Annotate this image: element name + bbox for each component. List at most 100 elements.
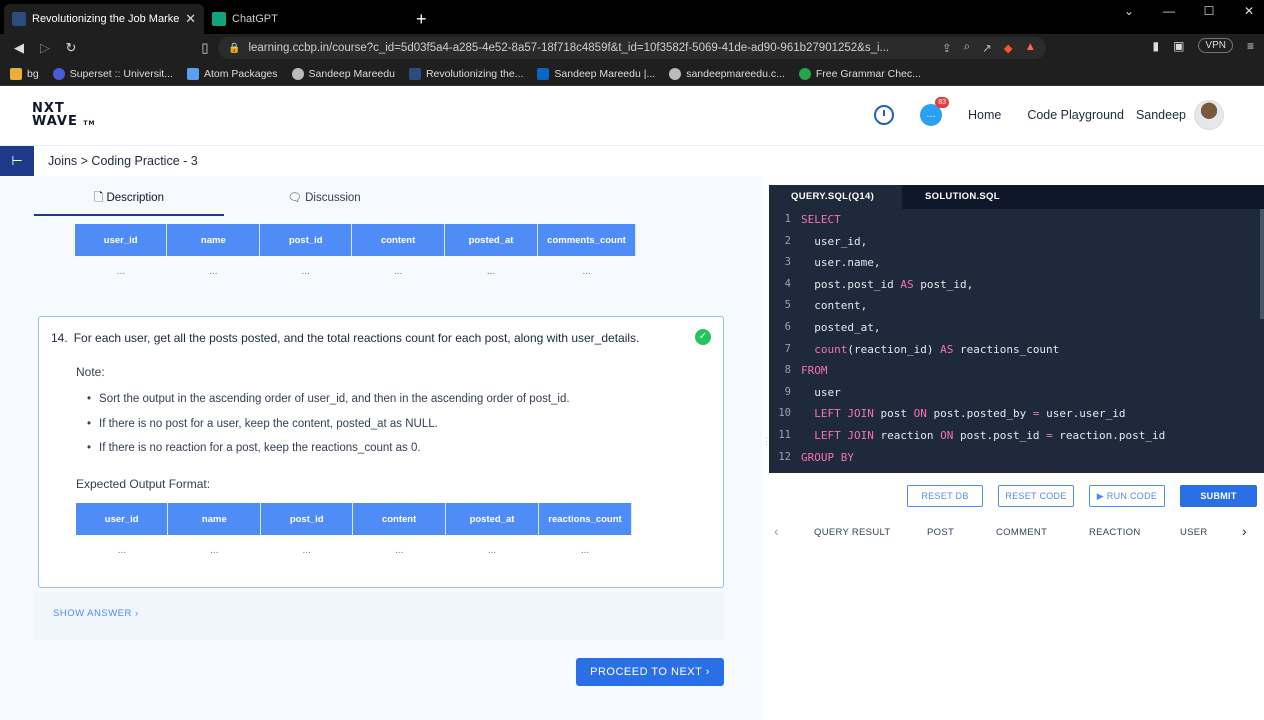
list-item: If there is no reaction for a post, keep… <box>87 442 570 467</box>
code-line[interactable]: 6 posted_at, <box>769 317 1264 339</box>
run-code-button[interactable]: ▶ RUN CODE <box>1089 485 1165 507</box>
share-page-icon[interactable]: ↗ <box>982 41 992 55</box>
breadcrumb[interactable]: Joins > Coding Practice - 3 <box>48 154 198 168</box>
code-token: = <box>1032 407 1040 421</box>
url-omnibox[interactable]: 🔒 learning.ccbp.in/course?c_id=5d03f5a4-… <box>218 37 1046 59</box>
code-line[interactable]: 12 GROUP BY <box>769 447 1264 469</box>
bookmark-item[interactable]: Sandeep Mareedu <box>291 67 395 80</box>
code-line[interactable]: 3 user.name, <box>769 252 1264 274</box>
code-token: user.user_id <box>1039 407 1126 421</box>
code-token: post.posted_by <box>926 407 1033 421</box>
brave-rewards-icon[interactable]: ▲ <box>1025 41 1036 55</box>
chevron-right-icon[interactable]: › <box>1242 523 1247 539</box>
bookmark-item[interactable]: sandeepmareedu.c... <box>669 67 785 80</box>
show-answer-link[interactable]: SHOW ANSWER › <box>53 608 139 619</box>
close-window-icon[interactable]: ✕ <box>1240 4 1258 18</box>
bookmark-item[interactable]: Atom Packages <box>186 67 278 80</box>
code-token: AS <box>900 277 914 291</box>
code-line[interactable]: 5 content, <box>769 295 1264 317</box>
line-number: 9 <box>784 385 791 398</box>
bookmark-item[interactable]: Sandeep Mareedu |... <box>537 67 655 80</box>
panel-resize-handle[interactable]: ⋮ <box>762 436 771 466</box>
line-number: 5 <box>784 299 791 312</box>
result-tabs: ‹ QUERY RESULT POST COMMENT REACTION USE… <box>769 517 1264 549</box>
line-number: 4 <box>784 277 791 290</box>
chat-icon[interactable]: … 83 <box>919 97 949 126</box>
nav-code-playground[interactable]: Code Playground <box>1027 108 1124 122</box>
user-menu[interactable]: Sandeep <box>1136 100 1224 130</box>
menu-icon[interactable]: ≡ <box>1247 39 1254 53</box>
code-line[interactable]: 11 LEFT JOIN reaction ON post.post_id = … <box>769 425 1264 447</box>
code-line[interactable]: 10 LEFT JOIN post ON post.posted_by = us… <box>769 403 1264 425</box>
expected-output-table: user_id name post_id content posted_at r… <box>76 503 633 565</box>
back-icon[interactable]: ◀ <box>6 40 32 56</box>
code-line[interactable]: 7 count (reaction_id) AS reactions_count <box>769 339 1264 361</box>
code-line[interactable]: 4 post.post_id AS post_id, <box>769 274 1264 296</box>
submit-button[interactable]: SUBMIT <box>1180 485 1257 507</box>
bookmark-item[interactable]: Free Grammar Chec... <box>798 67 921 80</box>
bookmark-item[interactable]: bg <box>10 67 39 80</box>
code-token: FROM <box>801 364 828 378</box>
site-favicon-icon <box>12 12 26 26</box>
tab-query-sql[interactable]: QUERY.SQL(Q14) <box>769 185 902 209</box>
code-token: content, <box>801 299 868 313</box>
table-header: reactions_count <box>538 503 633 535</box>
tab-user[interactable]: USER <box>1180 527 1208 538</box>
close-tab-icon[interactable]: ✕ <box>185 11 196 27</box>
editor-scrollbar[interactable] <box>1260 209 1264 319</box>
code-editor[interactable]: 1 SELECT 2 user_id, 3 user.name, 4 post.post… <box>769 209 1264 473</box>
vpn-button[interactable]: VPN <box>1198 38 1233 53</box>
table-row: ... ... ... ... ... ... <box>116 265 591 277</box>
reset-code-button[interactable]: RESET CODE <box>998 485 1074 507</box>
bookmark-item[interactable]: Superset :: Universit... <box>52 67 173 80</box>
table-header: posted_at <box>445 503 539 535</box>
tab-solution-sql[interactable]: SOLUTION.SQL <box>903 185 1022 209</box>
sidebar-toggle-icon[interactable]: ▮ <box>1152 39 1159 53</box>
code-line[interactable]: 1 SELECT <box>769 209 1264 231</box>
minimize-icon[interactable]: — <box>1160 4 1178 18</box>
wallet-icon[interactable]: ▣ <box>1173 39 1184 53</box>
description-panel: 🗋 Description 🗨 Discussion user_id name … <box>0 176 762 720</box>
tab-reaction[interactable]: REACTION <box>1089 527 1141 538</box>
chevron-left-icon[interactable]: ‹ <box>774 523 779 539</box>
bookmark-icon[interactable]: ▯ <box>192 40 218 56</box>
reset-db-button[interactable]: RESET DB <box>907 485 983 507</box>
line-number: 8 <box>784 364 791 377</box>
tab-query-result[interactable]: QUERY RESULT <box>814 527 890 538</box>
code-line[interactable]: 9 user <box>769 382 1264 404</box>
tab-discussion[interactable]: 🗨 Discussion <box>224 186 424 216</box>
folder-icon <box>10 67 22 80</box>
brave-shield-icon[interactable]: ◆ <box>1004 41 1013 55</box>
nxtwave-logo[interactable]: NXT WAVE TM <box>32 102 96 130</box>
tab-search-icon[interactable]: ⌄ <box>1120 4 1138 18</box>
note-label: Note: <box>76 365 105 379</box>
table-header: comments_count <box>537 224 637 256</box>
avatar <box>1194 100 1224 130</box>
code-token: post <box>873 407 914 421</box>
tab-post[interactable]: POST <box>927 527 954 538</box>
line-number: 6 <box>784 320 791 333</box>
browser-tab-chatgpt[interactable]: ChatGPT <box>204 4 404 34</box>
forward-icon[interactable]: ▷ <box>32 40 58 56</box>
expand-sidebar-icon[interactable]: ⊢ <box>0 146 34 176</box>
table-header: content <box>351 224 446 256</box>
tab-comment[interactable]: COMMENT <box>996 527 1047 538</box>
zoom-icon[interactable]: ⌕ <box>964 41 970 55</box>
table-header: name <box>167 503 262 535</box>
code-line[interactable]: 2 user_id, <box>769 231 1264 253</box>
browser-tab-active[interactable]: Revolutionizing the Job Market | N ✕ <box>4 4 204 34</box>
new-tab-button[interactable]: + <box>408 4 435 34</box>
bookmark-item[interactable]: Revolutionizing the... <box>408 67 523 80</box>
tab-description[interactable]: 🗋 Description <box>34 186 224 216</box>
code-line[interactable]: 8 FROM <box>769 360 1264 382</box>
breadcrumb-bar: ⊢ Joins > Coding Practice - 3 <box>0 146 1264 176</box>
reload-icon[interactable]: ↻ <box>58 40 84 56</box>
nav-home[interactable]: Home <box>968 108 1001 122</box>
stopwatch-icon[interactable] <box>873 105 894 125</box>
url-text[interactable]: learning.ccbp.in/course?c_id=5d03f5a4-a2… <box>248 42 934 54</box>
proceed-to-next-button[interactable]: PROCEED TO NEXT › <box>576 658 724 686</box>
maximize-icon[interactable]: ☐ <box>1200 4 1218 18</box>
globe-icon <box>291 67 304 80</box>
share-icon[interactable]: ⇪ <box>942 41 952 55</box>
line-number: 3 <box>784 256 791 269</box>
